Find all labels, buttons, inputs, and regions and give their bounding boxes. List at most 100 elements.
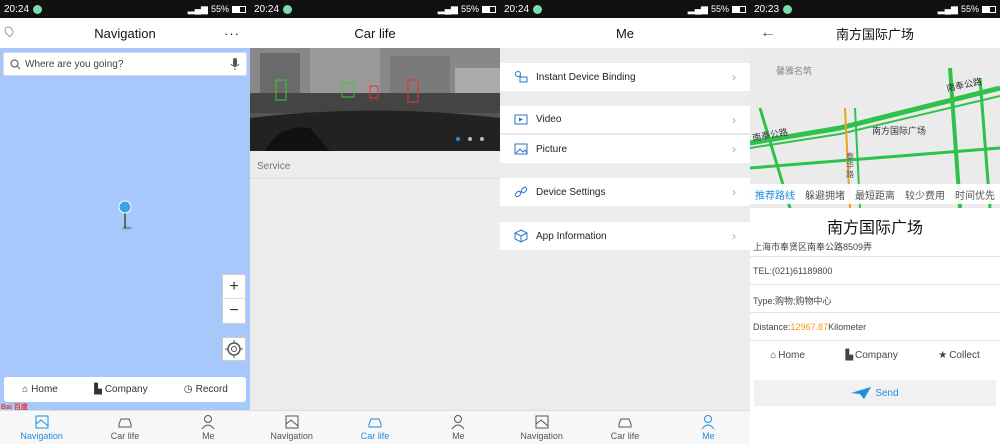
zoom-out-button[interactable]: − — [223, 299, 245, 323]
map-label-road-north: 泰华路 — [846, 152, 854, 179]
video-icon — [514, 114, 528, 124]
building-icon: ▙ — [845, 349, 854, 361]
divider — [750, 256, 1000, 257]
poi-phone[interactable]: TEL:(021)61189800 — [753, 266, 832, 276]
status-bar: 20:24 ▂▄▆ 55% — [500, 0, 750, 18]
route-option-fastest[interactable]: 时间优先 — [950, 184, 1000, 204]
back-arrow-icon[interactable]: ← — [760, 24, 776, 42]
battery-icon — [482, 5, 496, 13]
menu-item-app-information[interactable]: App Information › — [500, 222, 750, 250]
poi-detail-screen: 20:23 ▂▄▆ 55% ← 南方国际广场 馨雅名筑 南奉公路 南奉公路 南方国… — [750, 0, 1000, 444]
top-bar: Me — [500, 18, 750, 48]
menu-item-picture[interactable]: Picture › — [500, 135, 750, 163]
search-input[interactable]: Where are you going? — [25, 59, 230, 70]
paper-plane-icon — [851, 387, 872, 399]
zoom-in-button[interactable]: + — [223, 275, 245, 299]
top-bar: Navigation ··· — [0, 18, 250, 48]
battery-percent: 55% — [210, 4, 229, 14]
poi-actions: ⌂ Home ▙ Company ★ Collect — [750, 345, 1000, 365]
microphone-icon[interactable] — [230, 57, 240, 71]
notification-icon — [283, 4, 293, 14]
record-shortcut[interactable]: ◷ Record — [184, 384, 228, 395]
chevron-right-icon: › — [732, 229, 736, 243]
tab-navigation[interactable]: Navigation — [250, 411, 333, 444]
signal-icon: ▂▄▆ — [937, 3, 958, 14]
menu-item-device-settings[interactable]: Device Settings › — [500, 178, 750, 206]
tab-me[interactable]: Me — [667, 411, 750, 444]
person-icon — [701, 415, 715, 430]
battery-percent: 55% — [460, 4, 479, 14]
set-home-button[interactable]: ⌂ Home — [770, 350, 805, 361]
page-title: Me — [615, 25, 635, 41]
tab-bar: Navigation Car life Me — [500, 410, 750, 444]
route-option-avoid-traffic[interactable]: 躲避拥堵 — [800, 184, 850, 204]
poi-address: 上海市奉贤区南奉公路8509弄 — [753, 242, 873, 252]
device-binding-icon — [515, 71, 528, 83]
map-label-area: 馨雅名筑 — [776, 66, 813, 76]
signal-icon: ▂▄▆ — [187, 3, 208, 14]
car-icon — [118, 418, 132, 428]
tab-car-life[interactable]: Car life — [333, 411, 416, 444]
link-icon — [514, 186, 528, 198]
tab-navigation[interactable]: Navigation — [0, 411, 83, 444]
cube-icon — [514, 229, 528, 243]
set-company-button[interactable]: ▙ Company — [845, 350, 898, 361]
star-icon: ★ — [938, 349, 948, 361]
battery-icon — [982, 5, 996, 13]
status-bar: 20:23 ▂▄▆ 55% — [750, 0, 1000, 18]
building-icon: ▙ — [94, 384, 102, 395]
divider — [750, 340, 1000, 341]
battery-percent: 55% — [710, 4, 729, 14]
map-view[interactable]: + − — [0, 48, 250, 410]
route-option-recommended[interactable]: 推荐路线 — [750, 184, 800, 204]
map-label-poi: 南方国际广场 — [872, 126, 927, 136]
map-icon — [35, 415, 49, 429]
signal-icon: ▂▄▆ — [437, 3, 458, 14]
tab-me[interactable]: Me — [167, 411, 250, 444]
tab-navigation[interactable]: Navigation — [500, 411, 583, 444]
company-shortcut[interactable]: ▙ Company — [94, 384, 148, 395]
picture-icon — [514, 143, 528, 155]
divider — [750, 284, 1000, 285]
more-menu-button[interactable]: ··· — [224, 26, 240, 41]
battery-icon — [232, 5, 246, 13]
chevron-right-icon: › — [732, 70, 736, 84]
tab-me[interactable]: Me — [417, 411, 500, 444]
map-icon — [285, 415, 299, 429]
zoom-control: + − — [222, 274, 246, 324]
banner-carousel[interactable] — [250, 48, 500, 151]
search-bar[interactable]: Where are you going? — [3, 52, 247, 76]
location-pin-icon[interactable] — [2, 24, 16, 38]
top-bar: Car life — [250, 18, 500, 48]
battery-percent: 55% — [960, 4, 979, 14]
content-area: Service — [250, 151, 500, 410]
distance-value: 12967.87 — [790, 322, 829, 332]
tab-bar: Navigation Car life Me — [250, 410, 500, 444]
section-header: Service — [250, 151, 500, 179]
status-time: 20:23 — [754, 3, 780, 15]
tab-car-life[interactable]: Car life — [583, 411, 666, 444]
top-bar: ← 南方国际广场 — [750, 18, 1000, 48]
tab-car-life[interactable]: Car life — [83, 411, 166, 444]
route-options: 推荐路线 躲避拥堵 最短距离 较少费用 时间优先 — [750, 184, 1000, 204]
notification-icon — [533, 4, 543, 14]
map-marker-icon — [118, 200, 132, 230]
tab-bar: Navigation Car life Me — [0, 410, 250, 444]
divider — [750, 312, 1000, 313]
route-option-shortest[interactable]: 最短距离 — [850, 184, 900, 204]
menu-item-device-binding[interactable]: Instant Device Binding › — [500, 63, 750, 91]
poi-name: 南方国际广场 — [826, 220, 923, 237]
search-icon — [10, 58, 21, 69]
chevron-right-icon: › — [732, 185, 736, 199]
signal-icon: ▂▄▆ — [687, 3, 708, 14]
page-title: 南方国际广场 — [835, 26, 914, 42]
send-button[interactable]: Send — [754, 380, 996, 406]
route-option-less-cost[interactable]: 较少费用 — [900, 184, 950, 204]
collect-button[interactable]: ★ Collect — [938, 350, 980, 361]
menu-item-video[interactable]: Video › — [500, 106, 750, 134]
locate-me-button[interactable] — [222, 337, 246, 361]
status-time: 20:24 — [254, 3, 280, 15]
chevron-right-icon: › — [732, 142, 736, 156]
home-shortcut[interactable]: ⌂ Home — [22, 384, 58, 395]
car-icon — [618, 418, 632, 428]
